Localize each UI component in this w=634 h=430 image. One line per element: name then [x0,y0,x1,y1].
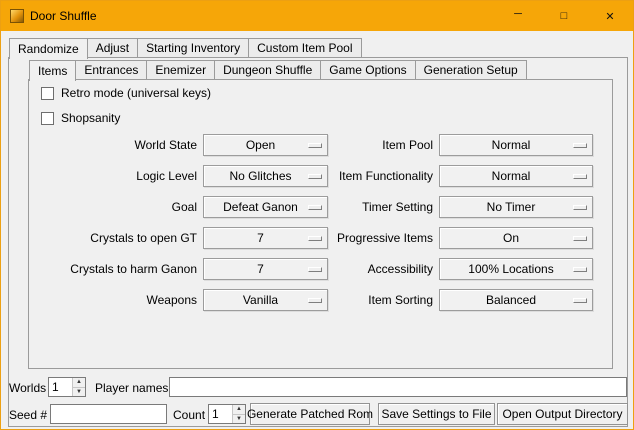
tab-entrances[interactable]: Entrances [75,60,147,79]
accessibility-value: 100% Locations [468,262,563,276]
generate-patched-rom-button[interactable]: Generate Patched Rom [250,403,370,425]
app-icon [10,9,24,23]
item-sorting-value: Balanced [486,293,546,307]
retro-mode-checkbox-row[interactable]: Retro mode (universal keys) [41,86,211,100]
spin-up-icon[interactable]: ▲ [72,378,85,387]
progressive-items-label: Progressive Items [297,231,433,246]
seed-input[interactable] [50,404,167,424]
logic-level-label: Logic Level [31,169,197,184]
tab-game-options[interactable]: Game Options [320,60,415,79]
worlds-input[interactable] [49,378,72,396]
dropdown-indicator-icon [573,143,587,148]
item-functionality-label: Item Functionality [297,169,433,184]
retro-mode-checkbox[interactable] [41,87,54,100]
worlds-label: Worlds [9,381,46,395]
shopsanity-checkbox[interactable] [41,112,54,125]
close-button[interactable]: ✕ [587,1,633,31]
dropdown-indicator-icon [573,298,587,303]
crystals-harm-ganon-label: Crystals to harm Ganon [31,262,197,277]
player-names-input[interactable] [169,377,627,397]
item-pool-label: Item Pool [297,138,433,153]
progressive-items-dropdown[interactable]: On [439,227,593,249]
logic-level-value: No Glitches [229,169,301,183]
tab-enemizer[interactable]: Enemizer [146,60,215,79]
spin-down-icon[interactable]: ▼ [232,414,245,424]
timer-setting-label: Timer Setting [297,200,433,215]
tab-items[interactable]: Items [29,60,76,81]
tab-randomize[interactable]: Randomize [9,38,88,59]
window-title: Door Shuffle [30,9,97,23]
shopsanity-label: Shopsanity [61,111,120,125]
close-icon: ✕ [605,10,614,23]
window-controls: ─ □ ✕ [495,1,633,31]
world-state-value: Open [246,138,285,152]
dropdown-indicator-icon [573,236,587,241]
minimize-icon: ─ [514,8,522,20]
spin-down-icon[interactable]: ▼ [72,387,85,397]
crystals-open-gt-label: Crystals to open GT [31,231,197,246]
crystals-open-gt-value: 7 [257,231,274,245]
item-sorting-label: Item Sorting [297,293,433,308]
item-functionality-value: Normal [492,169,541,183]
item-functionality-dropdown[interactable]: Normal [439,165,593,187]
open-output-directory-button[interactable]: Open Output Directory [497,403,628,425]
item-sorting-dropdown[interactable]: Balanced [439,289,593,311]
maximize-button[interactable]: □ [541,1,587,31]
worlds-spin-arrows: ▲ ▼ [72,378,85,396]
main-tabstrip: Randomize Adjust Starting Inventory Cust… [9,38,361,57]
count-label: Count [173,408,205,422]
app-window: Door Shuffle ─ □ ✕ Randomize Adjust Star… [0,0,634,430]
dropdown-indicator-icon [573,205,587,210]
shopsanity-checkbox-row[interactable]: Shopsanity [41,111,120,125]
minimize-button[interactable]: ─ [495,1,541,31]
weapons-label: Weapons [31,293,197,308]
accessibility-label: Accessibility [297,262,433,277]
sub-tabstrip: Items Entrances Enemizer Dungeon Shuffle… [29,60,526,79]
goal-value: Defeat Ganon [223,200,308,214]
tab-generation-setup[interactable]: Generation Setup [415,60,527,79]
save-settings-button[interactable]: Save Settings to File [378,403,495,425]
worlds-spinbox[interactable]: ▲ ▼ [48,377,86,397]
tab-adjust[interactable]: Adjust [87,38,138,57]
timer-setting-value: No Timer [487,200,546,214]
count-spin-arrows: ▲ ▼ [232,405,245,423]
world-state-label: World State [31,138,197,153]
item-pool-dropdown[interactable]: Normal [439,134,593,156]
seed-label: Seed # [9,408,47,422]
tab-starting-inventory[interactable]: Starting Inventory [137,38,249,57]
tab-dungeon-shuffle[interactable]: Dungeon Shuffle [214,60,321,79]
count-spinbox[interactable]: ▲ ▼ [208,404,246,424]
timer-setting-dropdown[interactable]: No Timer [439,196,593,218]
titlebar: Door Shuffle ─ □ ✕ [1,1,633,31]
spin-up-icon[interactable]: ▲ [232,405,245,414]
goal-label: Goal [31,200,197,215]
maximize-icon: □ [561,10,568,22]
item-pool-value: Normal [492,138,541,152]
count-input[interactable] [209,405,232,423]
player-names-label: Player names [95,381,168,395]
accessibility-dropdown[interactable]: 100% Locations [439,258,593,280]
dropdown-indicator-icon [573,174,587,179]
retro-mode-label: Retro mode (universal keys) [61,86,211,100]
weapons-value: Vanilla [243,293,288,307]
dropdown-indicator-icon [573,267,587,272]
progressive-items-value: On [503,231,529,245]
tab-custom-item-pool[interactable]: Custom Item Pool [248,38,361,57]
crystals-harm-ganon-value: 7 [257,262,274,276]
